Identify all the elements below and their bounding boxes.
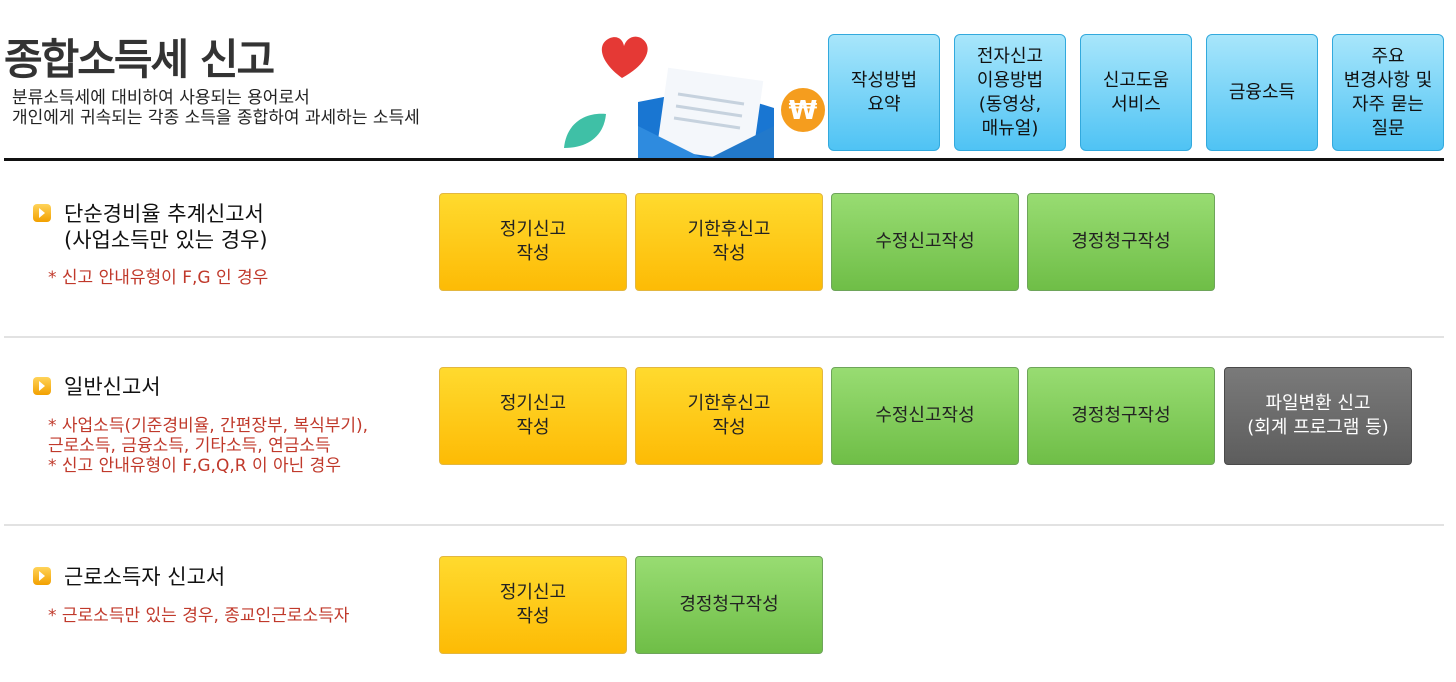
simple-amended-filing-button[interactable]: 수정신고작성 (831, 193, 1019, 291)
general-correction-claim-button[interactable]: 경정청구작성 (1027, 367, 1215, 465)
e-filing-guide-button[interactable]: 전자신고 이용방법 (동영상, 매뉴얼) (954, 34, 1066, 151)
description-line: 분류소득세에 대비하여 사용되는 용어로서 (12, 88, 310, 108)
svg-text:₩: ₩ (789, 96, 818, 126)
page-description: 분류소득세에 대비하여 사용되는 용어로서 개인에게 귀속되는 각종 소득을 종… (12, 88, 420, 128)
won-coin-icon: ₩ (781, 88, 825, 132)
bullet-arrow-icon (33, 567, 51, 585)
simple-correction-claim-button[interactable]: 경정청구작성 (1027, 193, 1215, 291)
heart-icon (601, 36, 648, 78)
earned-regular-filing-button[interactable]: 정기신고 작성 (439, 556, 627, 654)
filing-help-service-button[interactable]: 신고도움 서비스 (1080, 34, 1192, 151)
header-illustration: ₩ (564, 36, 825, 160)
section-divider (4, 336, 1444, 338)
simple-regular-filing-button[interactable]: 정기신고 작성 (439, 193, 627, 291)
section-note-general: * 사업소득(기준경비율, 간편장부, 복식부기), 근로소득, 금융소득, 기… (48, 416, 369, 476)
section-title-earned-income: 근로소득자 신고서 (64, 565, 226, 589)
envelope-icon (638, 67, 774, 160)
leaf-icon (564, 113, 606, 148)
page-title: 종합소득세 신고 (4, 35, 275, 84)
section-note-earned-income: * 근로소득만 있는 경우, 종교인근로소득자 (48, 606, 350, 626)
guide-summary-button[interactable]: 작성방법 요약 (828, 34, 940, 151)
bullet-arrow-icon (33, 377, 51, 395)
description-line: 개인에게 귀속되는 각종 소득을 종합하여 과세하는 소득세 (12, 108, 420, 128)
section-divider (4, 524, 1444, 526)
general-amended-filing-button[interactable]: 수정신고작성 (831, 367, 1019, 465)
bullet-arrow-icon (33, 204, 51, 222)
section-title-general: 일반신고서 (64, 375, 161, 399)
changes-faq-button[interactable]: 주요 변경사항 및 자주 묻는 질문 (1332, 34, 1444, 151)
general-late-filing-button[interactable]: 기한후신고 작성 (635, 367, 823, 465)
financial-income-button[interactable]: 금융소득 (1206, 34, 1318, 151)
section-note-simple-expense: * 신고 안내유형이 F,G 인 경우 (48, 268, 269, 288)
general-regular-filing-button[interactable]: 정기신고 작성 (439, 367, 627, 465)
section-title-simple-expense: 단순경비율 추계신고서 (사업소득만 있는 경우) (64, 202, 268, 252)
earned-correction-claim-button[interactable]: 경정청구작성 (635, 556, 823, 654)
header-divider (4, 158, 1444, 161)
simple-late-filing-button[interactable]: 기한후신고 작성 (635, 193, 823, 291)
file-conversion-filing-button[interactable]: 파일변환 신고 (회계 프로그램 등) (1224, 367, 1412, 465)
